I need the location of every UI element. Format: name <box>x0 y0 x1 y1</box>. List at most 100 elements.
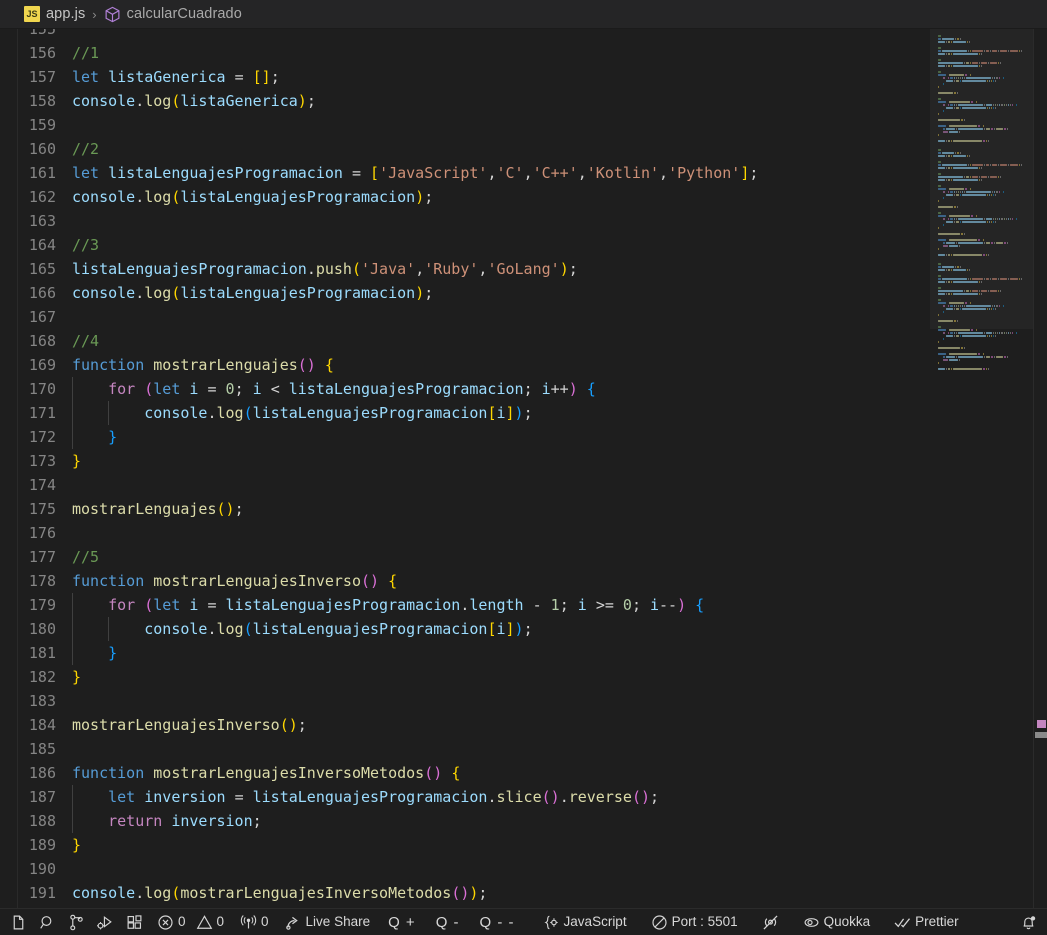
indent-guide <box>72 641 73 665</box>
code-line[interactable]: 190 <box>18 857 1047 881</box>
code-text[interactable]: } <box>72 833 1047 857</box>
status-notifications[interactable] <box>1014 909 1043 935</box>
code-text[interactable]: console.log(listaLenguajesProgramacion[i… <box>72 617 1047 641</box>
editor[interactable]: 155 156 //1 157 let listaGenerica = []; 158 co… <box>0 29 1047 908</box>
code-line[interactable]: 166 console.log(listaLenguajesProgramacio… <box>18 281 1047 305</box>
code-text[interactable]: console.log(listaLenguajesProgramacion[i… <box>72 401 1047 425</box>
code-line[interactable]: 177 //5 <box>18 545 1047 569</box>
radio-tower-icon <box>240 914 257 928</box>
code-line[interactable]: 175 mostrarLenguajes(); <box>18 497 1047 521</box>
status-extensions-icon[interactable] <box>120 909 149 935</box>
code-lines[interactable]: 155 156 //1 157 let listaGenerica = []; 158 co… <box>18 29 1047 908</box>
code-line[interactable]: 158 console.log(listaGenerica); <box>18 89 1047 113</box>
code-line[interactable]: 164 //3 <box>18 233 1047 257</box>
code-line[interactable]: 157 let listaGenerica = []; <box>18 65 1047 89</box>
code-line[interactable]: 173} <box>18 449 1047 473</box>
code-line[interactable]: 187 let inversion = listaLenguajesProgra… <box>18 785 1047 809</box>
code-line[interactable]: 162 console.log(listaLenguajesProgramacio… <box>18 185 1047 209</box>
code-line[interactable]: 186 function mostrarLenguajesInversoMetod… <box>18 761 1047 785</box>
code-line[interactable]: 180 console.log(listaLenguajesProgramaci… <box>18 617 1047 641</box>
breadcrumb-item-file[interactable]: JS app.js <box>24 6 85 22</box>
code-text[interactable]: function mostrarLenguajes() { <box>72 353 1047 377</box>
code-line[interactable]: 167 <box>18 305 1047 329</box>
code-line[interactable]: 170 for (let i = 0; i < listaLenguajesPr… <box>18 377 1047 401</box>
code-line[interactable]: 172 } <box>18 425 1047 449</box>
code-line[interactable]: 191 console.log(mostrarLenguajesInversoMe… <box>18 881 1047 905</box>
code-viewport[interactable]: 155 156 //1 157 let listaGenerica = []; 158 co… <box>18 29 1047 908</box>
status-run-debug-icon[interactable] <box>91 909 120 935</box>
code-line[interactable]: 155 <box>18 29 1047 41</box>
code-text[interactable]: function mostrarLenguajesInverso() { <box>72 569 1047 593</box>
status-quokka-start[interactable]: Q + <box>378 909 426 935</box>
code-line[interactable]: 178 function mostrarLenguajesInverso() { <box>18 569 1047 593</box>
status-broadcast-off-icon[interactable] <box>746 909 787 935</box>
code-line[interactable]: 169 function mostrarLenguajes() { <box>18 353 1047 377</box>
status-search-icon[interactable] <box>33 909 62 935</box>
code-text[interactable]: //5 <box>72 545 1047 569</box>
code-text[interactable]: console.log(listaLenguajesProgramacion); <box>72 185 1047 209</box>
status-source-control-icon[interactable] <box>62 909 91 935</box>
quokka-label: Quokka <box>823 914 871 930</box>
code-line[interactable]: 181 } <box>18 641 1047 665</box>
code-line[interactable]: 156 //1 <box>18 41 1047 65</box>
breadcrumb-item-symbol[interactable]: calcularCuadrado <box>104 6 242 23</box>
code-text[interactable]: //2 <box>72 137 1047 161</box>
code-line[interactable]: 159 <box>18 113 1047 137</box>
code-text[interactable]: } <box>72 665 1047 689</box>
code-text[interactable]: function mostrarLenguajesInversoMetodos(… <box>72 761 1047 785</box>
status-live-share[interactable]: Live Share <box>277 909 379 935</box>
code-token: listaLenguajesProgramacion <box>99 164 352 182</box>
status-language[interactable]: JavaScript <box>525 909 635 935</box>
code-text[interactable]: for (let i = listaLenguajesProgramacion.… <box>72 593 1047 617</box>
code-text[interactable]: } <box>72 449 1047 473</box>
code-line[interactable]: 192 <box>18 905 1047 908</box>
code-text[interactable]: //4 <box>72 329 1047 353</box>
code-line[interactable]: 160 //2 <box>18 137 1047 161</box>
code-line[interactable]: 182} <box>18 665 1047 689</box>
code-text[interactable]: return inversion; <box>72 809 1047 833</box>
code-text[interactable]: //1 <box>72 41 1047 65</box>
code-text[interactable]: //3 <box>72 233 1047 257</box>
code-line[interactable]: 171 console.log(listaLenguajesProgramaci… <box>18 401 1047 425</box>
code-text[interactable]: for (let i = 0; i < listaLenguajesProgra… <box>72 377 1047 401</box>
code-line[interactable]: 184 mostrarLenguajesInverso(); <box>18 713 1047 737</box>
code-line[interactable]: 165 listaLenguajesProgramacion.push('Java… <box>18 257 1047 281</box>
status-problems[interactable]: 0 0 <box>149 909 232 935</box>
code-line[interactable]: 176 <box>18 521 1047 545</box>
code-token: 0 <box>622 596 632 614</box>
status-quokka-stop-all[interactable]: Q - - <box>470 909 525 935</box>
code-line[interactable]: 185 <box>18 737 1047 761</box>
status-quokka-stop[interactable]: Q - <box>426 909 470 935</box>
code-line[interactable]: 168 //4 <box>18 329 1047 353</box>
code-line[interactable]: 189} <box>18 833 1047 857</box>
code-token: () <box>216 500 235 518</box>
code-text[interactable]: } <box>72 425 1047 449</box>
code-line[interactable]: 174 <box>18 473 1047 497</box>
status-port[interactable]: Port : 5501 <box>635 909 746 935</box>
code-text[interactable]: } <box>72 641 1047 665</box>
code-text[interactable]: mostrarLenguajesInverso(); <box>72 713 1047 737</box>
code-line[interactable]: 179 for (let i = listaLenguajesProgramac… <box>18 593 1047 617</box>
line-number: 177 <box>28 548 56 566</box>
code-token: < <box>270 380 289 398</box>
status-prettier[interactable]: Prettier <box>878 909 967 935</box>
code-line[interactable]: 183 <box>18 689 1047 713</box>
status-ports[interactable]: 0 <box>232 909 277 935</box>
code-text[interactable]: let inversion = listaLenguajesProgramaci… <box>72 785 1047 809</box>
code-text[interactable]: console.log(listaGenerica); <box>72 89 1047 113</box>
code-text[interactable]: console.log(listaLenguajesProgramacion); <box>72 281 1047 305</box>
code-line[interactable]: 161 let listaLenguajesProgramacion = ['Ja… <box>18 161 1047 185</box>
editor-scrollbar[interactable] <box>1033 29 1047 908</box>
status-quokka[interactable]: Quokka <box>787 909 879 935</box>
code-text[interactable]: let listaLenguajesProgramacion = ['JavaS… <box>72 161 1047 185</box>
code-line[interactable]: 163 <box>18 209 1047 233</box>
code-text[interactable]: listaLenguajesProgramacion.push('Java','… <box>72 257 1047 281</box>
code-line[interactable]: 188 return inversion; <box>18 809 1047 833</box>
code-text[interactable]: console.log(mostrarLenguajesInversoMetod… <box>72 881 1047 905</box>
status-explorer-icon[interactable] <box>4 909 33 935</box>
code-text[interactable]: mostrarLenguajes(); <box>72 497 1047 521</box>
code-text[interactable]: let listaGenerica = []; <box>72 65 1047 89</box>
